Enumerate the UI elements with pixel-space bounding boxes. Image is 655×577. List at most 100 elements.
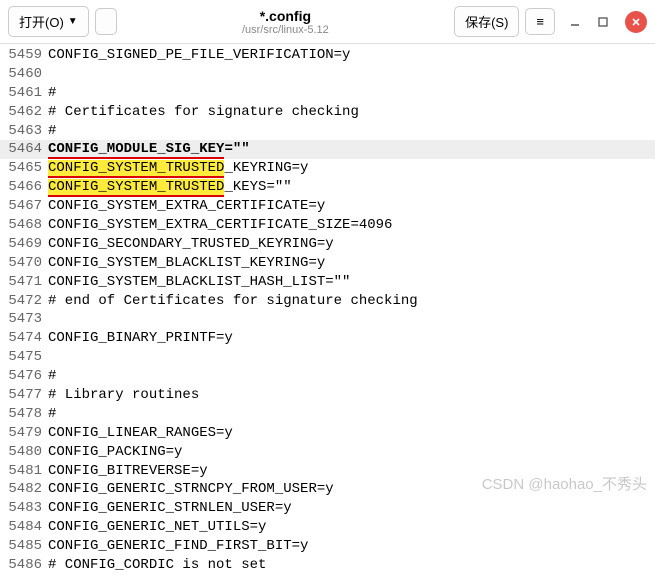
editor-line[interactable]: 5468CONFIG_SYSTEM_EXTRA_CERTIFICATE_SIZE…	[0, 216, 655, 235]
line-text	[48, 310, 655, 329]
line-text: CONFIG_GENERIC_NET_UTILS=y	[48, 518, 655, 537]
line-text: # Certificates for signature checking	[48, 103, 655, 122]
open-label: 打开(O)	[19, 12, 64, 31]
line-text: # CONFIG_CORDIC is not set	[48, 556, 655, 575]
line-number: 5468	[0, 216, 48, 235]
editor-line[interactable]: 5481CONFIG_BITREVERSE=y	[0, 462, 655, 481]
line-text: CONFIG_SYSTEM_BLACKLIST_HASH_LIST=""	[48, 273, 655, 292]
editor-line[interactable]: 5472# end of Certificates for signature …	[0, 292, 655, 311]
editor-line[interactable]: 5464CONFIG_MODULE_SIG_KEY=""	[0, 140, 655, 159]
line-text: CONFIG_GENERIC_FIND_FIRST_BIT=y	[48, 537, 655, 556]
menu-button[interactable]: ≡	[525, 8, 555, 35]
line-number: 5486	[0, 556, 48, 575]
editor-area[interactable]: 5459CONFIG_SIGNED_PE_FILE_VERIFICATION=y…	[0, 44, 655, 577]
line-number: 5473	[0, 310, 48, 329]
line-number: 5483	[0, 499, 48, 518]
line-number: 5459	[0, 46, 48, 65]
minimize-button[interactable]	[567, 14, 583, 30]
editor-line[interactable]: 5476#	[0, 367, 655, 386]
hamburger-icon: ≡	[536, 14, 544, 29]
editor-line[interactable]: 5475	[0, 348, 655, 367]
line-text: #	[48, 367, 655, 386]
editor-line[interactable]: 5482CONFIG_GENERIC_STRNCPY_FROM_USER=y	[0, 480, 655, 499]
line-number: 5477	[0, 386, 48, 405]
editor-line[interactable]: 5477# Library routines	[0, 386, 655, 405]
maximize-icon	[596, 15, 610, 29]
editor-line[interactable]: 5479CONFIG_LINEAR_RANGES=y	[0, 424, 655, 443]
line-text: CONFIG_GENERIC_STRNCPY_FROM_USER=y	[48, 480, 655, 499]
line-number: 5462	[0, 103, 48, 122]
line-text: CONFIG_PACKING=y	[48, 443, 655, 462]
close-button[interactable]	[625, 11, 647, 33]
editor-line[interactable]: 5478#	[0, 405, 655, 424]
maximize-button[interactable]	[595, 14, 611, 30]
title-area: *.config /usr/src/linux-5.12	[123, 8, 448, 36]
line-text: CONFIG_SIGNED_PE_FILE_VERIFICATION=y	[48, 46, 655, 65]
line-number: 5460	[0, 65, 48, 84]
editor-line[interactable]: 5485CONFIG_GENERIC_FIND_FIRST_BIT=y	[0, 537, 655, 556]
editor-line[interactable]: 5483CONFIG_GENERIC_STRNLEN_USER=y	[0, 499, 655, 518]
editor-line[interactable]: 5470CONFIG_SYSTEM_BLACKLIST_KEYRING=y	[0, 254, 655, 273]
editor-line[interactable]: 5467CONFIG_SYSTEM_EXTRA_CERTIFICATE=y	[0, 197, 655, 216]
open-button[interactable]: 打开(O) ▼	[8, 6, 89, 37]
line-text: CONFIG_BINARY_PRINTF=y	[48, 329, 655, 348]
line-number: 5474	[0, 329, 48, 348]
editor-line[interactable]: 5473	[0, 310, 655, 329]
editor-line[interactable]: 5471CONFIG_SYSTEM_BLACKLIST_HASH_LIST=""	[0, 273, 655, 292]
editor-line[interactable]: 5484CONFIG_GENERIC_NET_UTILS=y	[0, 518, 655, 537]
titlebar: 打开(O) ▼ *.config /usr/src/linux-5.12 保存(…	[0, 0, 655, 44]
chevron-down-icon: ▼	[68, 16, 78, 27]
save-label: 保存(S)	[465, 12, 508, 31]
line-text: CONFIG_SYSTEM_EXTRA_CERTIFICATE=y	[48, 197, 655, 216]
save-button[interactable]: 保存(S)	[454, 6, 519, 37]
line-number: 5466	[0, 178, 48, 197]
line-number: 5481	[0, 462, 48, 481]
editor-line[interactable]: 5480CONFIG_PACKING=y	[0, 443, 655, 462]
line-number: 5478	[0, 405, 48, 424]
editor-line[interactable]: 5459CONFIG_SIGNED_PE_FILE_VERIFICATION=y	[0, 46, 655, 65]
line-text: #	[48, 84, 655, 103]
line-text: CONFIG_GENERIC_STRNLEN_USER=y	[48, 499, 655, 518]
editor-line[interactable]: 5461#	[0, 84, 655, 103]
line-text: CONFIG_SECONDARY_TRUSTED_KEYRING=y	[48, 235, 655, 254]
line-text: # end of Certificates for signature chec…	[48, 292, 655, 311]
line-text: # Library routines	[48, 386, 655, 405]
new-tab-button[interactable]	[95, 8, 117, 35]
line-text: #	[48, 122, 655, 141]
editor-line[interactable]: 5466CONFIG_SYSTEM_TRUSTED_KEYS=""	[0, 178, 655, 197]
editor-line[interactable]: 5463#	[0, 122, 655, 141]
editor-line[interactable]: 5474CONFIG_BINARY_PRINTF=y	[0, 329, 655, 348]
line-number: 5475	[0, 348, 48, 367]
line-number: 5472	[0, 292, 48, 311]
close-icon	[631, 17, 641, 27]
line-number: 5471	[0, 273, 48, 292]
line-number: 5463	[0, 122, 48, 141]
line-number: 5484	[0, 518, 48, 537]
line-text	[48, 348, 655, 367]
line-number: 5476	[0, 367, 48, 386]
line-number: 5479	[0, 424, 48, 443]
line-number: 5482	[0, 480, 48, 499]
document-path: /usr/src/linux-5.12	[123, 24, 448, 36]
line-text: CONFIG_MODULE_SIG_KEY=""	[48, 140, 655, 159]
line-number: 5469	[0, 235, 48, 254]
line-text: CONFIG_SYSTEM_BLACKLIST_KEYRING=y	[48, 254, 655, 273]
editor-line[interactable]: 5462# Certificates for signature checkin…	[0, 103, 655, 122]
line-number: 5464	[0, 140, 48, 159]
line-text: CONFIG_SYSTEM_EXTRA_CERTIFICATE_SIZE=409…	[48, 216, 655, 235]
line-number: 5467	[0, 197, 48, 216]
line-number: 5485	[0, 537, 48, 556]
editor-line[interactable]: 5486# CONFIG_CORDIC is not set	[0, 556, 655, 575]
line-text: CONFIG_LINEAR_RANGES=y	[48, 424, 655, 443]
editor-line[interactable]: 5460	[0, 65, 655, 84]
line-text	[48, 65, 655, 84]
document-title: *.config	[123, 8, 448, 24]
line-text: CONFIG_SYSTEM_TRUSTED_KEYRING=y	[48, 159, 655, 178]
editor-line[interactable]: 5469CONFIG_SECONDARY_TRUSTED_KEYRING=y	[0, 235, 655, 254]
line-number: 5461	[0, 84, 48, 103]
line-text: #	[48, 405, 655, 424]
line-text: CONFIG_BITREVERSE=y	[48, 462, 655, 481]
editor-line[interactable]: 5465CONFIG_SYSTEM_TRUSTED_KEYRING=y	[0, 159, 655, 178]
line-text: CONFIG_SYSTEM_TRUSTED_KEYS=""	[48, 178, 655, 197]
minimize-icon	[568, 15, 582, 29]
